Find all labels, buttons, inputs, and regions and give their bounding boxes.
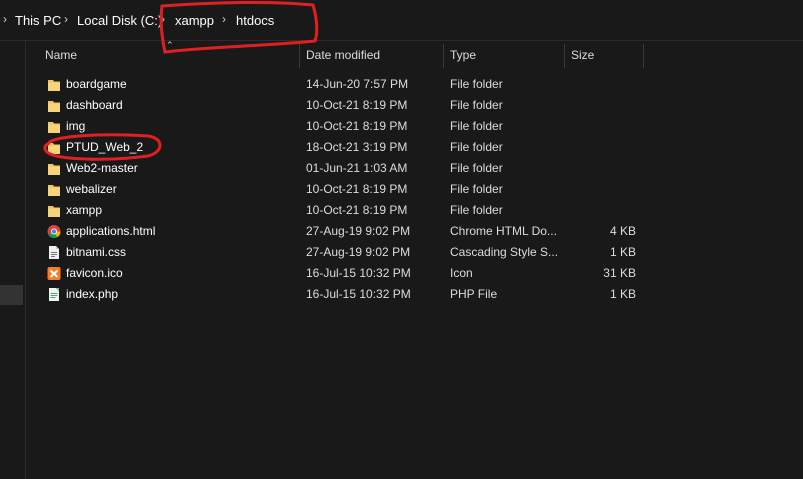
- file-row[interactable]: webalizer 10-Oct-21 8:19 PM File folder: [26, 179, 646, 200]
- column-header: Name Date modified Type Size: [26, 41, 803, 69]
- file-row[interactable]: applications.html 27-Aug-19 9:02 PM Chro…: [26, 221, 646, 242]
- file-date: 27-Aug-19 9:02 PM: [306, 224, 411, 238]
- folder-icon: [48, 164, 60, 175]
- file-date: 18-Oct-21 3:19 PM: [306, 140, 408, 154]
- breadcrumb-htdocs[interactable]: htdocs: [236, 13, 274, 28]
- file-row[interactable]: boardgame 14-Jun-20 7:57 PM File folder: [26, 74, 646, 95]
- file-type: File folder: [450, 119, 503, 133]
- breadcrumb-xampp[interactable]: xampp: [175, 13, 214, 28]
- file-type: PHP File: [450, 287, 498, 301]
- file-row[interactable]: PTUD_Web_2 18-Oct-21 3:19 PM File folder: [26, 137, 646, 158]
- folder-icon: [48, 143, 60, 154]
- file-size: [566, 74, 636, 95]
- breadcrumb-separator-icon: ›: [222, 12, 226, 26]
- column-name[interactable]: Name: [39, 41, 299, 69]
- file-type: File folder: [450, 140, 503, 154]
- file-name: index.php: [66, 287, 119, 301]
- file-row[interactable]: index.php 16-Jul-15 10:32 PM PHP File 1 …: [26, 284, 646, 305]
- file-row[interactable]: img 10-Oct-21 8:19 PM File folder: [26, 116, 646, 137]
- file-type: File folder: [450, 203, 503, 217]
- file-row[interactable]: bitnami.css 27-Aug-19 9:02 PM Cascading …: [26, 242, 646, 263]
- file-name: boardgame: [66, 77, 127, 91]
- file-type: File folder: [450, 182, 503, 196]
- breadcrumb-separator-icon: ›: [3, 12, 7, 26]
- file-row[interactable]: dashboard 10-Oct-21 8:19 PM File folder: [26, 95, 646, 116]
- file-type: Cascading Style S...: [450, 245, 559, 259]
- breadcrumb-local-disk[interactable]: Local Disk (C:): [77, 13, 162, 28]
- breadcrumb-this-pc[interactable]: This PC: [15, 13, 61, 28]
- file-size: [566, 137, 636, 158]
- file-size: 1 KB: [609, 287, 636, 301]
- file-name: applications.html: [66, 224, 156, 238]
- file-size: 31 KB: [603, 266, 636, 280]
- file-row[interactable]: xampp 10-Oct-21 8:19 PM File folder: [26, 200, 646, 221]
- file-type: File folder: [450, 77, 503, 91]
- column-type[interactable]: Type: [444, 41, 564, 69]
- column-divider[interactable]: [643, 44, 644, 68]
- file-row[interactable]: favicon.ico 16-Jul-15 10:32 PM Icon 31 K…: [26, 263, 646, 284]
- file-date: 10-Oct-21 8:19 PM: [306, 98, 408, 112]
- column-date-modified[interactable]: Date modified: [300, 41, 443, 69]
- file-date: 16-Jul-15 10:32 PM: [306, 266, 411, 280]
- css-file-icon: [49, 246, 59, 259]
- file-name: bitnami.css: [66, 245, 127, 259]
- file-size: 1 KB: [609, 245, 636, 259]
- folder-icon: [48, 80, 60, 91]
- xampp-icon: [47, 267, 61, 280]
- navigation-pane-selected-item[interactable]: [0, 285, 23, 305]
- file-name: img: [66, 119, 86, 133]
- file-date: 10-Oct-21 8:19 PM: [306, 182, 408, 196]
- folder-icon: [48, 122, 60, 133]
- file-size: [566, 116, 636, 137]
- file-name: dashboard: [66, 98, 123, 112]
- file-name: Web2-master: [66, 161, 138, 175]
- breadcrumb-separator-icon: ›: [64, 12, 68, 26]
- file-name: favicon.ico: [66, 266, 123, 280]
- file-size: [566, 95, 636, 116]
- file-date: 27-Aug-19 9:02 PM: [306, 245, 411, 259]
- file-type: Icon: [450, 266, 473, 280]
- file-size: [566, 179, 636, 200]
- php-file-icon: [49, 288, 59, 301]
- breadcrumb-separator-icon: ›: [161, 12, 165, 26]
- file-size: [566, 158, 636, 179]
- chrome-icon: [47, 225, 61, 238]
- folder-icon: [48, 185, 60, 196]
- navigation-pane[interactable]: [0, 41, 26, 479]
- file-type: File folder: [450, 98, 503, 112]
- folder-icon: [48, 101, 60, 112]
- file-name: PTUD_Web_2: [66, 140, 144, 154]
- folder-icon: [48, 206, 60, 217]
- file-size: 4 KB: [609, 224, 636, 238]
- file-name: xampp: [66, 203, 103, 217]
- file-date: 01-Jun-21 1:03 AM: [306, 161, 408, 175]
- file-date: 16-Jul-15 10:32 PM: [306, 287, 411, 301]
- file-type: Chrome HTML Do...: [450, 224, 557, 238]
- file-size: [566, 200, 636, 221]
- file-date: 10-Oct-21 8:19 PM: [306, 203, 408, 217]
- address-bar[interactable]: › This PC › Local Disk (C:) › xampp › ht…: [0, 0, 803, 41]
- file-name: webalizer: [66, 182, 117, 196]
- file-date: 14-Jun-20 7:57 PM: [306, 77, 409, 91]
- file-row[interactable]: Web2-master 01-Jun-21 1:03 AM File folde…: [26, 158, 646, 179]
- file-date: 10-Oct-21 8:19 PM: [306, 119, 408, 133]
- file-type: File folder: [450, 161, 503, 175]
- column-size[interactable]: Size: [565, 41, 643, 69]
